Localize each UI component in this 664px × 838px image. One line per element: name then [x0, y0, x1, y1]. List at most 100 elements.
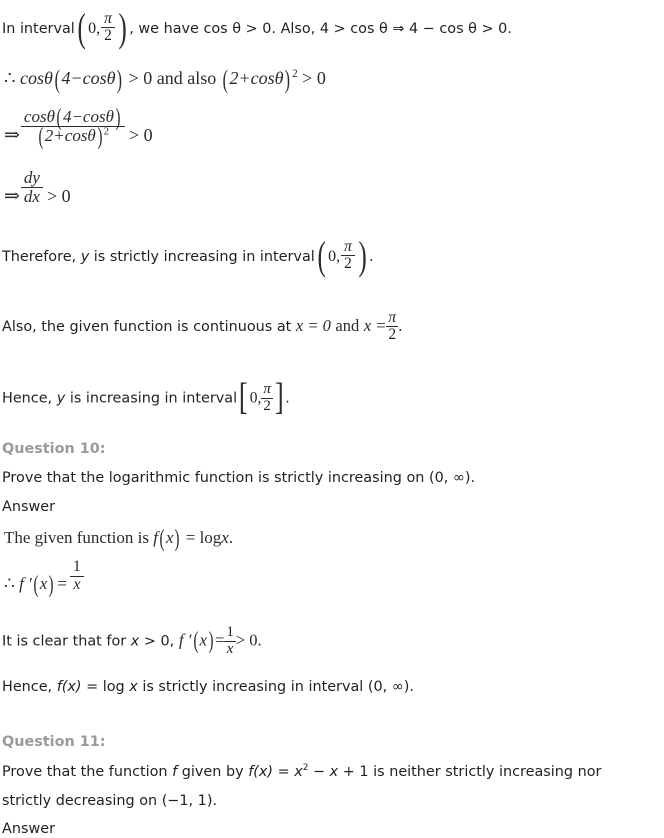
x-denominator: x: [73, 575, 81, 593]
two-denominator-3: 2: [388, 326, 397, 344]
denominator-two-plus: 2+cosθ: [44, 126, 96, 146]
interval-statement-prefix: In interval: [2, 20, 75, 37]
numerator-four-minus: 4−cosθ: [62, 107, 114, 126]
hence-increasing-line: Hence, y is increasing in interval[0, π 2]…: [2, 376, 290, 419]
question-11-heading: Question 11:: [2, 734, 106, 750]
function-f: f: [153, 528, 158, 547]
given-function-line: The given function is f(x) = logx.: [4, 526, 234, 553]
two-plus-cos-theta: 2+cosθ: [229, 68, 284, 88]
four-minus-cos-theta: 4−cosθ: [61, 68, 116, 88]
given-function-period: .: [228, 528, 234, 547]
pi-numerator: π: [101, 10, 115, 29]
dy-numerator: dy: [20, 168, 43, 188]
two-denominator-4: 2: [263, 397, 271, 414]
q11-given-by: given by: [177, 764, 249, 780]
fprime-variable-x: x: [39, 574, 48, 594]
pi-over-two-fraction-3: π2: [386, 309, 399, 344]
hence-increasing-prefix: Hence,: [2, 390, 57, 407]
one-over-x-fraction: 1x: [69, 558, 84, 594]
fraction-greater-than-zero: > 0: [128, 124, 153, 145]
implies-fraction-line: ⇒ cosθ(4−cosθ) (2+cosθ) 2 > 0: [4, 106, 153, 151]
interval-statement-line: In interval(0, π 2), we have cos θ > 0. Al…: [2, 4, 512, 50]
derivative-quotient-fraction: cosθ(4−cosθ) (2+cosθ) 2: [20, 106, 125, 151]
interval-lower-bound: 0,: [88, 19, 101, 37]
two-denominator-2: 2: [344, 255, 352, 273]
therefore-increasing-prefix: Therefore,: [2, 248, 81, 265]
interval-lower-bound-2: 0,: [328, 247, 341, 265]
q11-equals: =: [273, 764, 295, 780]
clear-paren-x: x: [199, 630, 208, 650]
pi-numerator-4: π: [261, 381, 273, 399]
clear-equals: =: [215, 630, 225, 650]
conclusion-fx: f(x): [56, 679, 82, 695]
dx-denominator: dx: [23, 186, 40, 206]
fn-variable-x: x: [165, 528, 174, 547]
clear-x-denominator: x: [226, 640, 234, 657]
continuous-prefix: Also, the given function is continuous a…: [2, 318, 292, 335]
question-10-answer-label: Answer: [2, 499, 56, 515]
it-is-clear-prefix: It is clear that for: [2, 633, 131, 650]
implies-derivative-line: ⇒ dy dx > 0: [4, 168, 71, 207]
and-text: and: [335, 315, 360, 335]
q11-x-squared-base: x: [294, 764, 303, 780]
variable-y-2: y: [56, 390, 66, 407]
period-2: .: [398, 315, 403, 335]
f-prime: f ′: [19, 574, 32, 594]
greater-than-zero-2: > 0: [302, 68, 326, 88]
therefore-increasing-mid: is strictly increasing in interval: [89, 248, 315, 265]
question-10-heading: Question 10:: [2, 441, 106, 457]
fprime-equals: =: [57, 574, 67, 594]
question-10-prompt: Prove that the logarithmic function is s…: [2, 470, 476, 486]
pi-over-two-fraction: π2: [101, 10, 115, 45]
interval-statement-suffix: , we have cos θ > 0. Also, 4 > cos θ ⇒ 4…: [129, 20, 512, 37]
pi-over-two-fraction-2: π2: [341, 238, 355, 273]
one-numerator: 1: [69, 558, 84, 577]
fraction-numerator: cosθ(4−cosθ): [20, 106, 125, 130]
period-1: .: [369, 247, 374, 265]
greater-than-zero-1: > 0: [128, 68, 153, 88]
document-page: In interval(0, π 2), we have cos θ > 0. Al…: [0, 0, 664, 837]
log-argument-x: x: [221, 528, 229, 547]
conclusion-prefix: Hence,: [2, 679, 57, 695]
pi-numerator-3: π: [386, 309, 399, 328]
derivative-definition-line: ∴ f ′(x) = 1 x: [4, 558, 85, 597]
conclusion-x: x: [129, 679, 138, 695]
conclusion-equals-log: = log: [81, 679, 130, 695]
therefore-symbol: ∴: [4, 68, 16, 88]
fraction-denominator: (2+cosθ) 2: [38, 124, 110, 151]
continuous-statement-line: Also, the given function is continuous a…: [2, 309, 403, 344]
it-is-clear-line: It is clear that for x > 0, f ′(x)= 1 x > 0…: [2, 624, 262, 658]
question-11-answer-label: Answer: [2, 821, 56, 837]
therefore-symbol-2: ∴: [4, 574, 15, 594]
q11-suffix: + 1 is neither strictly increasing nor: [338, 764, 602, 780]
dy-dx-fraction: dy dx: [20, 168, 43, 206]
implies-arrow-1: ⇒: [4, 124, 20, 146]
clear-one-over-x: 1x: [224, 624, 236, 658]
q11-fx: f(x): [248, 764, 274, 780]
period-3: .: [285, 389, 290, 407]
q11-minus: −: [308, 764, 330, 780]
exponent-two: 2: [292, 68, 298, 80]
question-11-prompt-line-1: Prove that the function f given by f(x) …: [2, 763, 601, 781]
two-denominator: 2: [104, 27, 112, 45]
clear-one-numerator: 1: [224, 624, 236, 642]
and-also-text: and also: [156, 68, 217, 88]
hence-increasing-mid: is increasing in interval: [65, 390, 238, 407]
therefore-increasing-line: Therefore, y is strictly increasing in i…: [2, 232, 374, 278]
clear-greater-zero: > 0,: [139, 633, 175, 650]
equals-log: = log: [185, 528, 222, 547]
x-equals: x =: [363, 315, 387, 335]
implies-arrow-2: ⇒: [4, 185, 20, 207]
given-function-text: The given function is: [4, 528, 154, 547]
question-10-conclusion: Hence, f(x) = log x is strictly increasi…: [2, 678, 414, 696]
conclusion-suffix: is strictly increasing in interval (0, ∞…: [137, 679, 414, 695]
clear-greater-than-zero: > 0.: [235, 630, 262, 650]
q11-x-linear: x: [329, 764, 339, 780]
denominator-exponent: 2: [103, 126, 110, 138]
clear-f-prime: f ′: [178, 630, 192, 650]
pi-numerator-2: π: [341, 238, 355, 257]
x-equals-zero: x = 0: [295, 315, 331, 335]
pi-over-two-fraction-4: π2: [261, 381, 273, 415]
q11-prefix: Prove that the function: [2, 764, 173, 780]
question-11-prompt-line-2: strictly decreasing on (−1, 1).: [2, 793, 218, 809]
